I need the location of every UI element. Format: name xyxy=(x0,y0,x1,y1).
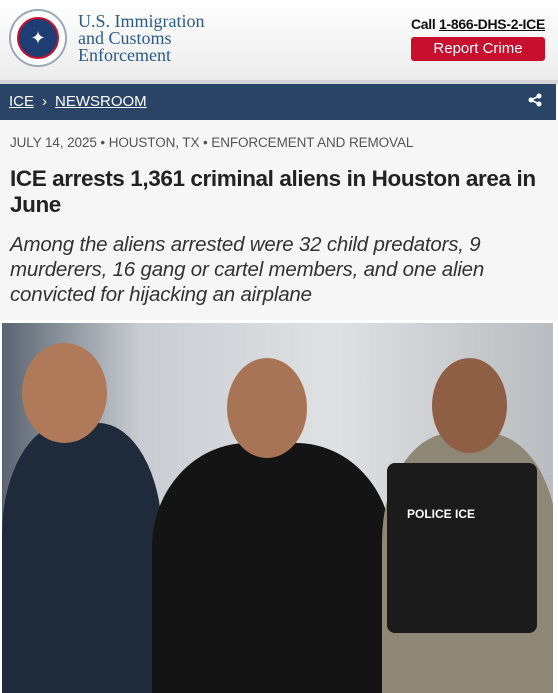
vest-label: POLICE ICE xyxy=(407,507,476,521)
article-title: ICE arrests 1,361 criminal aliens in Hou… xyxy=(10,166,536,217)
call-label: Call xyxy=(410,16,436,32)
agency-name[interactable]: U.S. Immigration and Customs Enforcement xyxy=(78,12,205,65)
breadcrumb-newsroom[interactable]: NEWSROOM xyxy=(55,93,147,110)
article-header: JULY 14, 2025 • HOUSTON, TX • ENFORCEMEN… xyxy=(0,120,558,320)
share-icon[interactable] xyxy=(528,84,542,120)
report-crime-button[interactable]: Report Crime xyxy=(411,37,545,61)
breadcrumb: ICE › NEWSROOM xyxy=(0,84,556,120)
article-subtitle: Among the aliens arrested were 32 child … xyxy=(10,233,485,306)
article-meta: JULY 14, 2025 • HOUSTON, TX • ENFORCEMEN… xyxy=(10,135,414,150)
tip-line: Call 1-866-DHS-2-ICE xyxy=(411,16,545,32)
article-photo: POLICE ICE xyxy=(2,323,553,693)
breadcrumb-ice[interactable]: ICE xyxy=(9,93,34,110)
eagle-icon: ✦ xyxy=(17,17,59,59)
site-header: ✦ U.S. Immigration and Customs Enforceme… xyxy=(0,0,558,80)
chevron-right-icon: › xyxy=(42,93,48,110)
phone-link[interactable]: 1-866-DHS-2-ICE xyxy=(439,16,545,32)
agency-line: Enforcement xyxy=(78,45,171,65)
dhs-seal-logo[interactable]: ✦ xyxy=(9,9,67,67)
